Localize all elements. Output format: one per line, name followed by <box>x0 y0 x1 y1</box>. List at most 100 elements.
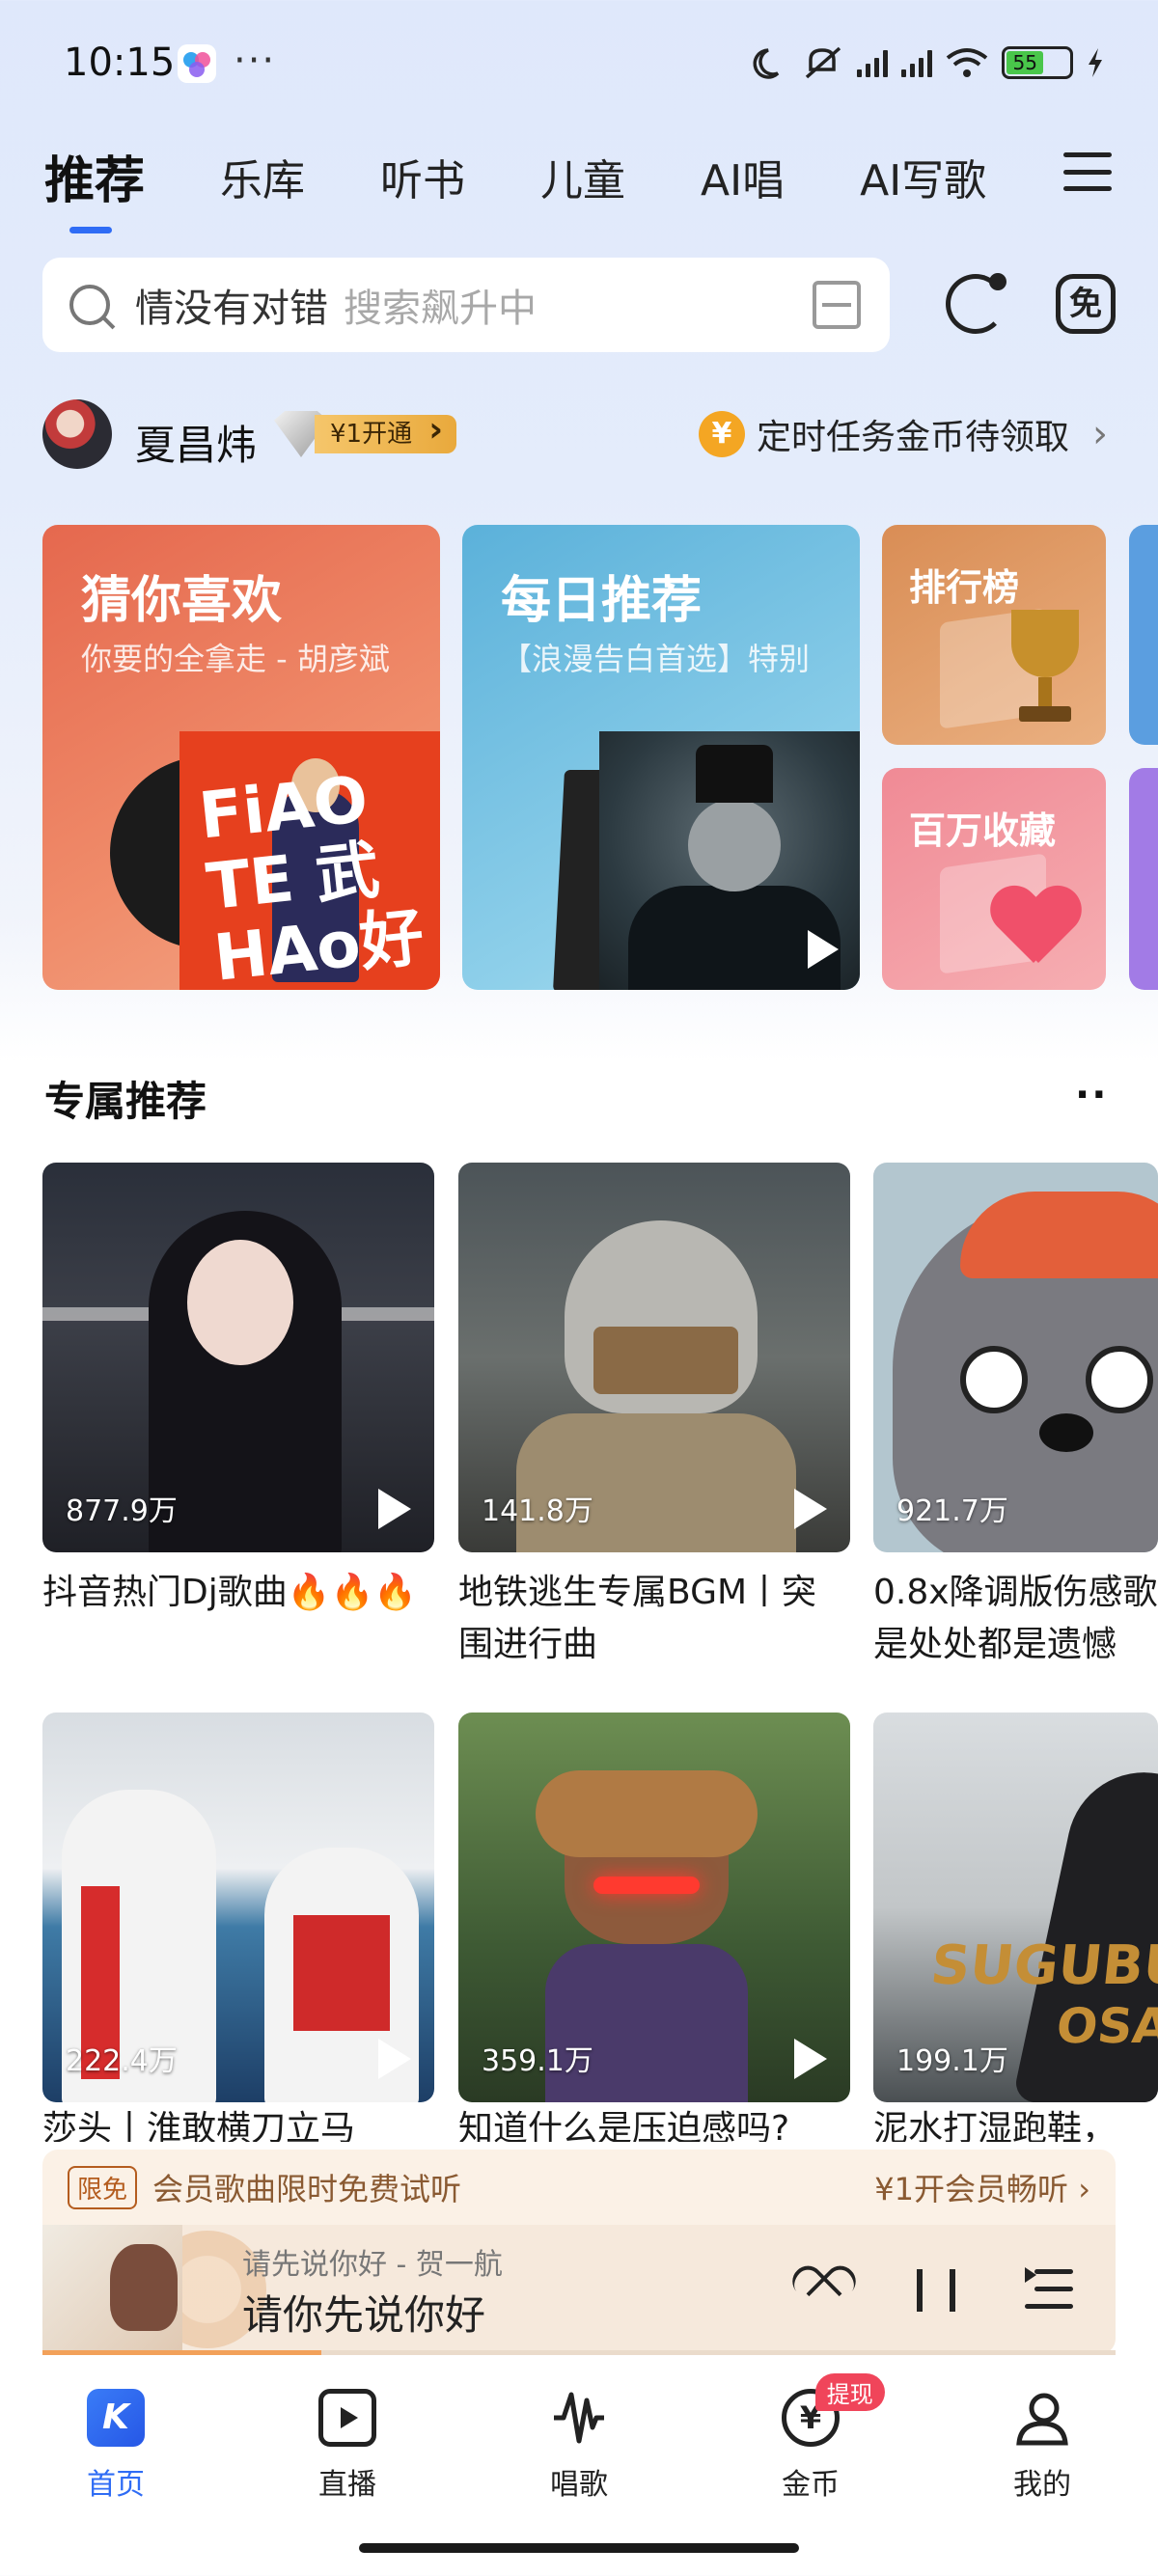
search-icon <box>69 285 110 325</box>
status-time: 10:15 <box>64 41 176 85</box>
playlist-title[interactable]: 莎头丨淮敢横刀立马 <box>42 2103 448 2142</box>
mini-player[interactable]: 请先说你好 - 贺一航 请你先说你好 <box>42 2225 1116 2354</box>
nav-live[interactable]: 直播 <box>232 2375 463 2510</box>
member-open-link[interactable]: ¥1开会员畅听 › <box>874 2165 1090 2209</box>
play-icon[interactable] <box>794 2039 827 2079</box>
daily-recommend-card[interactable]: 每日推荐 【浪漫告白首选】特别 <box>462 525 860 990</box>
battery-icon: 55 <box>1002 46 1073 79</box>
tile-logo-text: OSA <box>1053 1998 1158 2054</box>
playlist-queue-icon[interactable] <box>1025 2267 1073 2312</box>
app-notification-icon <box>178 44 216 83</box>
million-favorites-card[interactable]: 百万收藏 <box>882 768 1106 990</box>
withdraw-badge: 提现 <box>814 2373 885 2411</box>
bottom-nav: K 首页 直播 唱歌 ¥ 金币 提现 我的 <box>0 2373 1158 2510</box>
signal-1-icon <box>857 48 888 77</box>
playlist-title[interactable]: 抖音热门Dj歌曲🔥🔥🔥 <box>42 1567 448 1619</box>
member-trial-bar[interactable]: 限免 会员歌曲限时免费试听 ¥1开会员畅听 › <box>42 2150 1116 2225</box>
play-count: 921.7万 <box>896 1494 1008 1528</box>
sing-wave-icon <box>554 2392 604 2444</box>
tab-ai-sing[interactable]: AI唱 <box>701 146 785 207</box>
play-icon[interactable] <box>378 1489 411 1529</box>
playlist-tile[interactable]: 222.4万 <box>42 1713 434 2102</box>
playlist-title[interactable]: 地铁逃生专属BGM丨突围进行曲 <box>458 1567 844 1671</box>
ranking-card[interactable]: 排行榜 <box>882 525 1106 745</box>
album-cover: FiAO TE 武 HAo好 <box>179 731 440 990</box>
free-mode-icon[interactable]: 免 <box>1056 274 1116 334</box>
play-icon[interactable] <box>794 1489 827 1529</box>
nav-me[interactable]: 我的 <box>926 2375 1158 2510</box>
tab-kids[interactable]: 儿童 <box>540 146 625 207</box>
tile-art-cap <box>960 1192 1158 1278</box>
play-count: 199.1万 <box>896 2044 1008 2078</box>
heart-icon <box>990 888 1077 965</box>
tile-art-armor <box>516 1413 796 1552</box>
live-icon <box>318 2389 376 2447</box>
tab-ai-compose[interactable]: AI写歌 <box>860 146 986 207</box>
card-subtitle: 【浪漫告白首选】特别 <box>501 641 811 677</box>
status-indicators: 55 <box>753 39 1104 87</box>
cover-lettering: FiAO TE 武 HAo好 <box>195 761 427 990</box>
trophy-icon <box>1002 610 1089 726</box>
mute-icon <box>805 46 841 79</box>
search-hot-word: 情没有对错 <box>135 287 328 331</box>
pause-icon[interactable] <box>917 2269 955 2312</box>
home-indicator[interactable] <box>359 2543 799 2553</box>
coin-icon: ¥ <box>698 411 745 457</box>
play-icon[interactable] <box>808 930 839 969</box>
section-title: 专属推荐 <box>44 1078 207 1125</box>
nav-label: 金币 <box>782 2468 840 2502</box>
tile-art-visor <box>593 1327 738 1394</box>
playlist-title[interactable]: 0.8x降调版伤感歌是处处都是遗憾 <box>873 1567 1158 1671</box>
cover-figure-hat <box>696 745 773 803</box>
cover-face <box>110 2244 178 2331</box>
playlist-tile[interactable]: 921.7万 <box>873 1163 1158 1552</box>
album-cover <box>599 731 860 990</box>
home-icon: K <box>87 2389 145 2447</box>
nav-label: 首页 <box>87 2468 145 2502</box>
playlist-title[interactable]: 知道什么是压迫感吗? <box>458 2103 844 2142</box>
playlist-tile[interactable]: 877.9万 <box>42 1163 434 1552</box>
coin-task-label: 定时任务金币待领取 <box>756 418 1069 457</box>
tile-art-face <box>187 1240 293 1365</box>
tile-art-eye <box>960 1346 1028 1413</box>
tab-recommend[interactable]: 推荐 <box>44 140 145 233</box>
player-cover[interactable] <box>42 2225 182 2354</box>
next-card-peek[interactable] <box>1129 525 1158 745</box>
scan-icon[interactable] <box>813 281 861 329</box>
playback-progress-fill <box>42 2350 322 2355</box>
menu-icon[interactable] <box>1063 152 1112 191</box>
nav-coins[interactable]: ¥ 金币 提现 <box>695 2373 926 2510</box>
playlist-tile[interactable]: 141.8万 <box>458 1163 850 1552</box>
username[interactable]: 夏昌炜 <box>135 413 257 472</box>
tile-art-eye <box>1086 1346 1153 1413</box>
tab-audiobook[interactable]: 听书 <box>380 146 465 207</box>
top-tabs: 推荐 乐库 听书 儿童 AI唱 AI写歌 <box>44 140 1062 233</box>
nav-label: 唱歌 <box>550 2468 608 2502</box>
vip-label: ¥1开通 <box>315 411 457 453</box>
guess-you-like-card[interactable]: 猜你喜欢 你要的全拿走 - 胡彦斌 FiAO TE 武 HAo好 <box>42 525 440 990</box>
member-trial-text: 会员歌曲限时免费试听 <box>152 2171 462 2207</box>
playlist-tile[interactable]: SUGUBU OSA 199.1万 <box>873 1713 1158 2102</box>
tab-library[interactable]: 乐库 <box>220 146 305 207</box>
playback-progress[interactable] <box>42 2350 1116 2355</box>
coin-task-link[interactable]: ¥ 定时任务金币待领取 › <box>698 409 1108 459</box>
play-icon[interactable] <box>378 2039 411 2079</box>
avatar[interactable] <box>42 399 112 469</box>
favorite-heart-icon[interactable] <box>795 2267 849 2316</box>
tile-art-nose <box>1039 1413 1093 1452</box>
more-icon[interactable]: ·· <box>1075 1073 1108 1117</box>
vip-open-button[interactable]: ¥1开通 <box>274 411 457 457</box>
song-recognition-icon[interactable] <box>946 273 1006 334</box>
nav-label: 我的 <box>1013 2468 1071 2502</box>
nav-home[interactable]: K 首页 <box>0 2375 232 2510</box>
wifi-icon <box>946 48 988 77</box>
playlist-title[interactable]: 泥水打湿跑鞋， <box>873 2103 1158 2142</box>
search-bar[interactable]: 情没有对错 搜索飙升中 <box>42 258 890 352</box>
nav-label: 直播 <box>318 2468 376 2502</box>
nav-sing[interactable]: 唱歌 <box>463 2375 695 2510</box>
play-count: 141.8万 <box>482 1494 593 1528</box>
search-placeholder: 搜索飙升中 <box>344 287 537 331</box>
next-card-peek[interactable] <box>1129 768 1158 990</box>
playlist-tile[interactable]: 359.1万 <box>458 1713 850 2102</box>
play-count: 359.1万 <box>482 2044 593 2078</box>
